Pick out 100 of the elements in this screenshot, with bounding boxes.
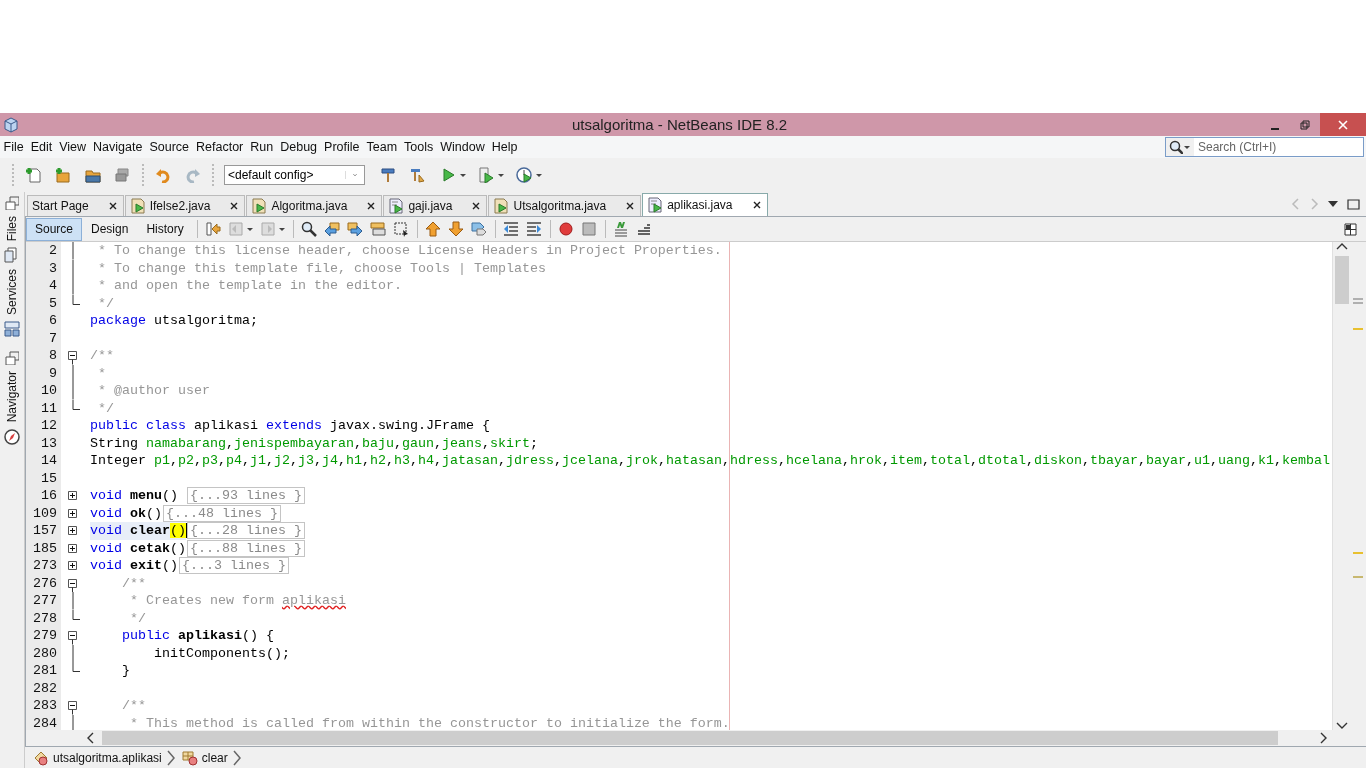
- comment-icon[interactable]: [613, 221, 630, 237]
- new-file-icon[interactable]: [25, 167, 41, 183]
- breadcrumb[interactable]: clear: [201, 750, 228, 765]
- scrollbar-thumb[interactable]: [102, 731, 1278, 745]
- restore-icon[interactable]: [1300, 119, 1310, 130]
- menu-item[interactable]: Profile: [320, 140, 363, 154]
- highlight-icon[interactable]: [370, 221, 387, 237]
- file-tab[interactable]: gaji.java: [383, 195, 488, 216]
- record-icon[interactable]: [558, 221, 575, 237]
- file-tab[interactable]: Algoritma.java: [246, 195, 383, 216]
- code-line: Integer p1,p2,p3,p4,j1,j2,j3,j4,h1,h2,h3,h4,jatasan,jdress,jcelana,jrok,hatasan,hdress,hcelana,hrok,item,total,dtotal,diskon,tbayar,bayar,u1,uang,k1,kembal: [90, 452, 1330, 470]
- close-button[interactable]: [1320, 113, 1366, 136]
- breadcrumb[interactable]: utsalgoritma.aplikasi: [53, 750, 162, 765]
- menu-item[interactable]: File: [0, 140, 28, 154]
- hammer-broom-icon[interactable]: [410, 167, 426, 183]
- java-file-icon: [251, 198, 268, 214]
- menu-item[interactable]: Debug: [276, 140, 321, 154]
- caret-icon[interactable]: [535, 171, 543, 179]
- view-tab[interactable]: Design: [82, 217, 138, 241]
- next-bookmark-icon[interactable]: [448, 221, 465, 237]
- chevron-icon[interactable]: [231, 749, 242, 766]
- scroll-down-icon[interactable]: [1335, 720, 1348, 730]
- menu-item[interactable]: Run: [246, 140, 277, 154]
- scroll-right-icon[interactable]: [1318, 732, 1328, 744]
- select-area-icon[interactable]: [393, 221, 410, 237]
- new-project-icon[interactable]: [55, 167, 71, 183]
- menu-item[interactable]: Team: [363, 140, 401, 154]
- menu-item[interactable]: View: [55, 140, 90, 154]
- collapse-icon[interactable]: [68, 578, 77, 592]
- menu-item[interactable]: Source: [145, 140, 193, 154]
- restore-window-icon[interactable]: [5, 196, 19, 210]
- menu-item[interactable]: Help: [488, 140, 521, 154]
- line-number: 4: [26, 277, 61, 295]
- view-tab[interactable]: Source: [26, 217, 83, 241]
- find-previous-icon[interactable]: [324, 221, 341, 237]
- folded-code-label[interactable]: {...93 lines }: [187, 487, 305, 505]
- code-line: * and open the template in the editor.: [97, 277, 402, 295]
- collapse-icon[interactable]: [68, 701, 77, 715]
- side-tab[interactable]: Files: [5, 216, 19, 242]
- code-line: */: [97, 399, 114, 417]
- uncomment-icon[interactable]: [636, 221, 653, 237]
- run-icon[interactable]: [440, 167, 456, 183]
- expand-icon[interactable]: [68, 491, 77, 500]
- collapse-icon[interactable]: [68, 351, 77, 365]
- folded-code-label[interactable]: {...28 lines }: [187, 522, 305, 540]
- open-project-icon[interactable]: [85, 167, 101, 183]
- view-tab[interactable]: History: [137, 217, 193, 241]
- menu-item[interactable]: Navigate: [89, 140, 146, 154]
- code-line: void ok(): [90, 504, 162, 522]
- file-tab[interactable]: Ifelse2.java: [124, 195, 246, 216]
- caret-icon[interactable]: [459, 171, 467, 179]
- line-number: 12: [26, 417, 61, 435]
- previous-bookmark-icon[interactable]: [425, 221, 442, 237]
- maximize-icon[interactable]: [1347, 198, 1360, 210]
- toggle-bookmark-icon[interactable]: [471, 221, 488, 237]
- expand-icon[interactable]: [68, 561, 77, 570]
- shift-left-icon[interactable]: [503, 221, 520, 237]
- caret-icon[interactable]: [497, 171, 505, 179]
- menu-item[interactable]: Refactor: [192, 140, 247, 154]
- config-dropdown[interactable]: <default config>: [224, 165, 365, 185]
- profile-icon[interactable]: [516, 167, 532, 183]
- code-line: public class aplikasi extends javax.swing.JFrame {: [90, 417, 490, 435]
- navigator-icon[interactable]: [4, 428, 20, 445]
- shift-right-icon[interactable]: [526, 221, 543, 237]
- expand-icon[interactable]: [68, 508, 77, 518]
- folded-code-label[interactable]: {...48 lines }: [163, 504, 281, 522]
- file-tab[interactable]: aplikasi.java: [642, 193, 768, 216]
- folded-code-label[interactable]: {...88 lines }: [187, 539, 305, 557]
- scrollbar-thumb[interactable]: [1334, 256, 1349, 304]
- close-project-icon[interactable]: [115, 167, 131, 183]
- split-icon[interactable]: [1343, 222, 1357, 236]
- back-to-edit-icon[interactable]: [205, 221, 222, 237]
- side-tab[interactable]: Navigator: [5, 371, 19, 423]
- hammer-icon[interactable]: [380, 167, 396, 183]
- menu-item[interactable]: Tools: [400, 140, 437, 154]
- services-icon[interactable]: [4, 321, 20, 338]
- file-tab[interactable]: Utsalgoritma.java: [488, 195, 642, 216]
- code-line: public aplikasi() {: [121, 627, 274, 645]
- expand-icon[interactable]: [68, 543, 77, 553]
- debug-icon[interactable]: [478, 167, 494, 183]
- scroll-left-icon[interactable]: [86, 732, 96, 744]
- scroll-up-icon[interactable]: [1335, 242, 1348, 252]
- line-number: 14: [26, 452, 61, 470]
- collapse-icon[interactable]: [68, 631, 77, 645]
- chevron-icon[interactable]: [165, 749, 176, 766]
- file-tab[interactable]: Start Page: [27, 195, 124, 216]
- caret-icon[interactable]: [245, 225, 254, 233]
- caret-icon[interactable]: [277, 225, 286, 233]
- menu-item[interactable]: Window: [436, 140, 489, 154]
- files-icon[interactable]: [4, 247, 20, 264]
- find-next-icon[interactable]: [347, 221, 364, 237]
- menu-item[interactable]: Edit: [27, 140, 56, 154]
- restore-window-icon[interactable]: [5, 351, 19, 366]
- code-line: void cetak(): [90, 539, 186, 557]
- folded-code-label[interactable]: {...3 lines }: [179, 557, 289, 575]
- search-icon[interactable]: [301, 221, 318, 237]
- expand-icon[interactable]: [68, 526, 77, 535]
- side-tab[interactable]: Services: [5, 269, 19, 316]
- java-file-icon: [388, 198, 405, 214]
- method-icon: [181, 749, 198, 766]
